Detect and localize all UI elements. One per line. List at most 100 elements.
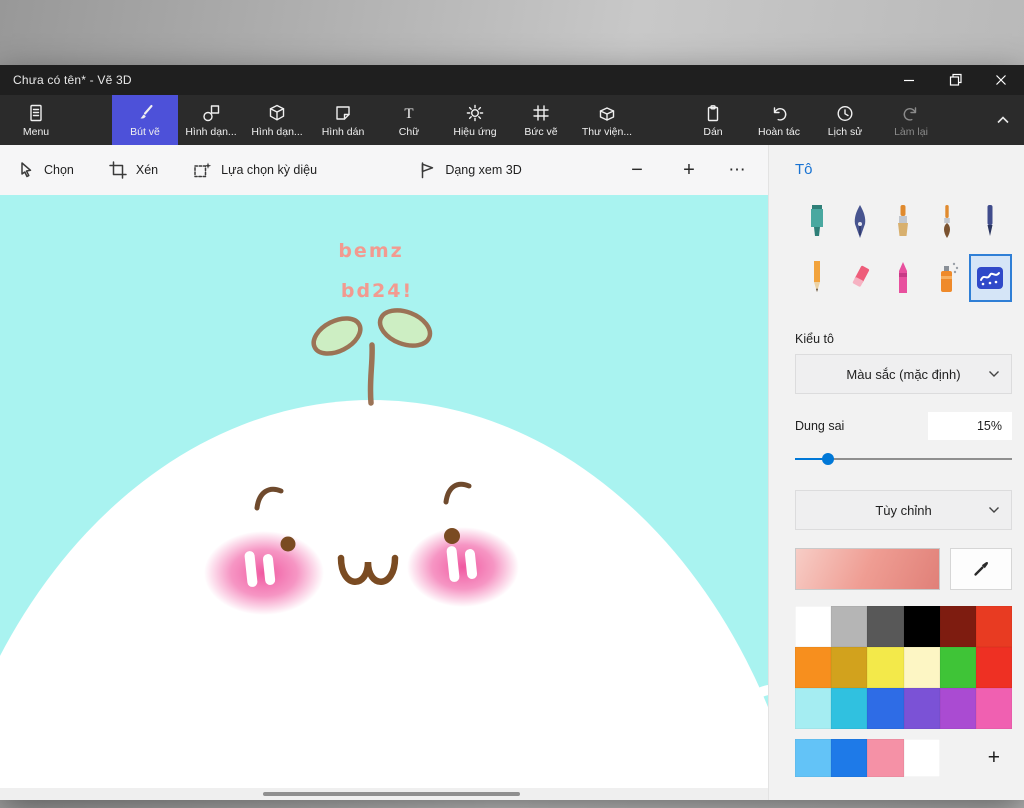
- color-swatch[interactable]: [867, 647, 904, 688]
- custom-color-swatch[interactable]: [831, 739, 868, 777]
- add-color-button[interactable]: +: [976, 739, 1012, 777]
- tolerance-slider[interactable]: [795, 452, 1012, 466]
- crop-button[interactable]: Xén: [108, 160, 158, 180]
- shapes-2d-icon: [203, 104, 220, 121]
- magic-select-button[interactable]: Lựa chọn kỳ diệu: [192, 160, 317, 180]
- fill-style-value: Màu sắc (mặc định): [846, 366, 961, 382]
- paste-label: Dán: [703, 125, 723, 138]
- color-swatch[interactable]: [975, 606, 1012, 647]
- menu-icon: [30, 104, 42, 121]
- custom-dropdown[interactable]: Tùy chỉnh: [795, 490, 1012, 530]
- undo-label: Hoàn tác: [757, 125, 801, 138]
- color-swatch[interactable]: [903, 647, 940, 688]
- close-button[interactable]: [978, 65, 1024, 95]
- custom-color-swatch[interactable]: [867, 739, 904, 777]
- restore-button[interactable]: [932, 65, 978, 95]
- right-eye: [444, 528, 460, 544]
- color-swatch[interactable]: [939, 606, 976, 647]
- text-button[interactable]: T Chữ: [376, 95, 442, 145]
- redo-button[interactable]: Làm lại: [878, 95, 944, 145]
- effects-button[interactable]: Hiệu ứng: [442, 95, 508, 145]
- view-3d-icon: [422, 162, 434, 179]
- tolerance-input[interactable]: 15%: [928, 412, 1012, 440]
- color-swatch[interactable]: [975, 647, 1012, 688]
- color-swatch[interactable]: [831, 606, 868, 647]
- color-swatch[interactable]: [975, 688, 1012, 729]
- color-swatch[interactable]: [795, 647, 832, 688]
- view-3d-button[interactable]: Dạng xem 3D: [417, 160, 522, 180]
- menu-button[interactable]: Menu: [6, 95, 66, 145]
- brush-flat-brush[interactable]: [882, 198, 925, 246]
- left-eye: [280, 536, 296, 552]
- tolerance-row: Dung sai 15%: [795, 412, 1012, 440]
- select-cursor-icon: [21, 162, 32, 178]
- horizontal-scrollbar-thumb[interactable]: [263, 792, 520, 796]
- canvas-button[interactable]: Bức vẽ: [508, 95, 574, 145]
- eyedropper-button[interactable]: [950, 548, 1012, 590]
- brush-marker[interactable]: [795, 198, 838, 246]
- select-button[interactable]: Chọn: [16, 160, 74, 180]
- brush-pencil[interactable]: [795, 254, 838, 302]
- tolerance-slider-thumb[interactable]: [821, 453, 834, 465]
- color-swatch[interactable]: [831, 688, 868, 729]
- crayon-icon: [899, 262, 908, 293]
- minimize-button[interactable]: [886, 65, 932, 95]
- color-swatch[interactable]: [903, 606, 940, 647]
- brush-watercolor[interactable]: [925, 198, 968, 246]
- paint3d-window: Chưa có tên* - Vẽ 3D Menu Bút vẽ Hình dạ…: [0, 65, 1024, 800]
- color-swatch[interactable]: [903, 688, 940, 729]
- library-icon: [599, 106, 615, 121]
- more-options-button[interactable]: ⋯: [722, 160, 752, 180]
- flat-brush-icon: [898, 205, 909, 236]
- eyedropper-icon: [974, 562, 988, 576]
- shapes-3d-button[interactable]: Hình dạn...: [244, 95, 310, 145]
- brush-spray-can[interactable]: [925, 254, 968, 302]
- color-swatch[interactable]: [939, 647, 976, 688]
- sprout-stem: [367, 342, 375, 406]
- shapes-2d-button[interactable]: Hình dạn...: [178, 95, 244, 145]
- brush-calligraphy-pen[interactable]: [838, 198, 881, 246]
- history-label: Lịch sử: [827, 125, 863, 138]
- brush-eraser[interactable]: [838, 254, 881, 302]
- custom-color-swatch[interactable]: [903, 739, 940, 777]
- collapse-ribbon-button[interactable]: [982, 95, 1024, 145]
- brushes-label: Bút vẽ: [130, 125, 160, 138]
- history-button[interactable]: Lịch sử: [812, 95, 878, 145]
- horizontal-scrollbar[interactable]: [0, 788, 768, 800]
- drawing-canvas[interactable]: bemz bd24!: [0, 195, 768, 788]
- chevron-up-icon: [997, 116, 1009, 124]
- color-swatch[interactable]: [939, 688, 976, 729]
- chevron-down-icon: [988, 370, 1000, 378]
- brush-fine-pen[interactable]: [969, 198, 1012, 246]
- color-swatch[interactable]: [867, 606, 904, 647]
- history-icon: [837, 105, 853, 121]
- brush-grid: [795, 198, 1012, 302]
- undo-button[interactable]: Hoàn tác: [746, 95, 812, 145]
- brushes-button[interactable]: Bút vẽ: [112, 95, 178, 145]
- color-swatch[interactable]: [795, 606, 832, 647]
- right-blush: [407, 527, 519, 607]
- fill-style-dropdown[interactable]: Màu sắc (mặc định): [795, 354, 1012, 394]
- color-swatch[interactable]: [795, 688, 832, 729]
- close-icon: [996, 75, 1006, 85]
- zoom-in-button[interactable]: +: [674, 159, 704, 182]
- stickers-button[interactable]: Hình dán: [310, 95, 376, 145]
- brush-fill[interactable]: [968, 254, 1012, 302]
- zoom-out-button[interactable]: −: [622, 159, 652, 182]
- window-title: Chưa có tên* - Vẽ 3D: [13, 73, 132, 87]
- color-swatch[interactable]: [831, 647, 868, 688]
- restore-icon: [949, 73, 962, 86]
- effects-icon: [466, 104, 484, 121]
- spray-can-icon: [940, 262, 959, 292]
- window-controls: [886, 65, 1024, 95]
- custom-color-swatch[interactable]: [795, 739, 832, 777]
- color-swatch[interactable]: [867, 688, 904, 729]
- view-3d-label: Dạng xem 3D: [445, 163, 522, 177]
- blob-body: [0, 400, 768, 788]
- fill-tool-icon: [977, 267, 1004, 289]
- brush-crayon[interactable]: [882, 254, 925, 302]
- library-button[interactable]: Thư viện...: [574, 95, 640, 145]
- canvas-text-line2: bd24!: [341, 280, 413, 302]
- paste-button[interactable]: Dán: [680, 95, 746, 145]
- current-color-swatch[interactable]: [795, 548, 940, 590]
